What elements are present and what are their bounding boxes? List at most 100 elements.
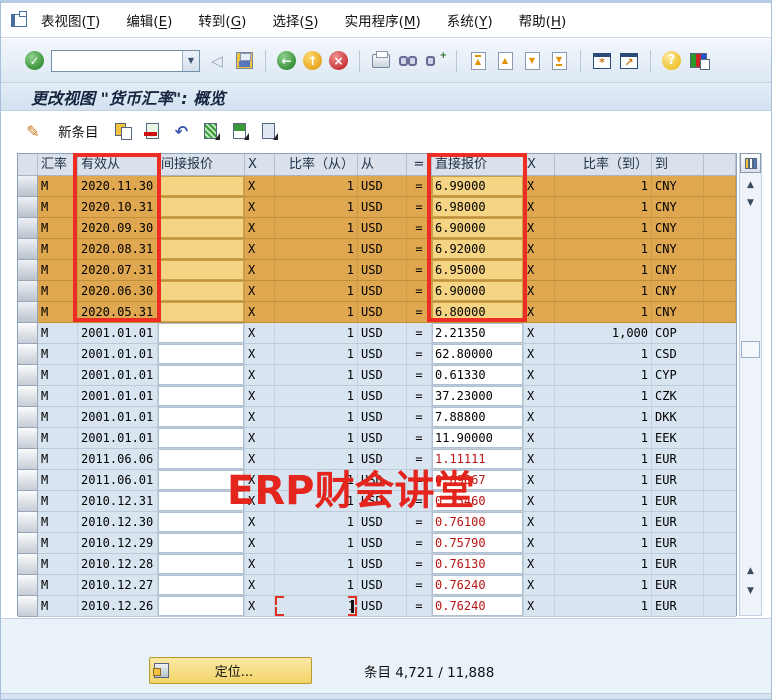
cell-direct[interactable]: 0.76130 [432, 554, 524, 574]
table-row[interactable]: M2010.12.29X1USD=0.75790X1EUR [18, 533, 736, 554]
column-header[interactable]: = [407, 154, 432, 175]
new-entries-button[interactable]: 新条目 [52, 119, 105, 143]
row-selector[interactable] [18, 365, 38, 386]
cell-ratio-from[interactable]: 1 [275, 407, 358, 427]
cell-direct[interactable]: 6.90000 [432, 218, 524, 238]
table-row[interactable]: M2001.01.01X1USD=7.88800X1DKK [18, 407, 736, 428]
cell-ratio-from[interactable]: 1 [275, 197, 358, 217]
row-selector[interactable] [18, 176, 38, 197]
cell-ratio-from[interactable]: 1 [275, 512, 358, 532]
table-row[interactable]: M2020.11.30X1USD=6.99000X1CNY [18, 176, 736, 197]
new-session-icon[interactable]: * [592, 51, 612, 71]
table-row[interactable]: M2010.12.31X1USD=0.75460X1EUR [18, 491, 736, 512]
cell-ratio-to[interactable]: 1 [555, 302, 652, 322]
cell-ratio-to[interactable]: 1 [555, 365, 652, 385]
cell-ratio-to[interactable]: 1 [555, 554, 652, 574]
cell-ratio-from[interactable]: 1 [275, 344, 358, 364]
row-selector[interactable] [18, 512, 38, 533]
cell-direct[interactable]: 6.99000 [432, 176, 524, 196]
menu-item[interactable]: 系统(Y) [447, 14, 493, 30]
row-selector[interactable] [18, 197, 38, 218]
table-row[interactable]: M2001.01.01X1USD=11.90000X1EEK [18, 428, 736, 449]
toggle-display-change-icon[interactable]: ✎ [23, 121, 43, 141]
table-row[interactable]: M2020.08.31X1USD=6.92000X1CNY [18, 239, 736, 260]
column-header[interactable]: 到 [652, 154, 704, 175]
row-selector[interactable] [18, 470, 38, 491]
cell-ratio-from[interactable]: 1 [275, 218, 358, 238]
table-config-icon[interactable] [740, 153, 761, 173]
row-selector[interactable] [18, 554, 38, 575]
cell-ratio-to[interactable]: 1 [555, 407, 652, 427]
cell-ratio-to[interactable]: 1 [555, 596, 652, 616]
cell-indirect[interactable] [158, 470, 245, 490]
print-icon[interactable] [371, 51, 391, 71]
cell-indirect[interactable] [158, 176, 245, 196]
column-header[interactable]: 比率（到） [555, 154, 652, 175]
cell-ratio-to[interactable]: 1 [555, 491, 652, 511]
scroll-down-bottom-icon[interactable]: ▼ [740, 583, 761, 599]
cell-direct[interactable]: 0.69667 [432, 470, 524, 490]
table-row[interactable]: M2001.01.01X1USD=37.23000X1CZK [18, 386, 736, 407]
cell-direct[interactable]: 6.90000 [432, 281, 524, 301]
save-icon[interactable] [234, 51, 254, 71]
cell-direct[interactable]: 0.76240 [432, 575, 524, 595]
cell-ratio-from[interactable]: 1 [275, 281, 358, 301]
cell-ratio-to[interactable]: 1 [555, 533, 652, 553]
menu-item[interactable]: 选择(S) [272, 14, 318, 30]
cell-ratio-to[interactable]: 1 [555, 239, 652, 259]
table-row[interactable]: M2001.01.01X1USD=2.21350X1,000COP [18, 323, 736, 344]
cell-ratio-to[interactable]: 1,000 [555, 323, 652, 343]
cell-direct[interactable]: 0.76240 [432, 596, 524, 616]
row-selector[interactable] [18, 491, 38, 512]
first-page-icon[interactable]: ▲ [468, 51, 488, 71]
cell-ratio-to[interactable]: 1 [555, 197, 652, 217]
last-page-icon[interactable]: ▼ [549, 51, 569, 71]
menu-item[interactable]: 转到(G) [198, 14, 246, 30]
cell-indirect[interactable] [158, 533, 245, 553]
cell-indirect[interactable] [158, 491, 245, 511]
cell-ratio-from[interactable]: 1 [275, 554, 358, 574]
back-nav-icon[interactable]: ◁ [207, 51, 227, 71]
scroll-up-bottom-icon[interactable]: ▲ [740, 563, 761, 579]
find-icon[interactable] [398, 51, 418, 71]
command-dropdown-icon[interactable]: ▼ [182, 51, 199, 71]
cell-ratio-from[interactable]: 1 [275, 575, 358, 595]
row-selector[interactable] [18, 302, 38, 323]
previous-page-icon[interactable]: ▲ [495, 51, 515, 71]
table-row[interactable]: M2020.06.30X1USD=6.90000X1CNY [18, 281, 736, 302]
cell-indirect[interactable] [158, 596, 245, 616]
table-row[interactable]: M2020.10.31X1USD=6.98000X1CNY [18, 197, 736, 218]
cell-direct[interactable]: 37.23000 [432, 386, 524, 406]
cell-indirect[interactable] [158, 197, 245, 217]
cell-ratio-from[interactable]: 1 [275, 365, 358, 385]
column-header[interactable]: 直接报价 [432, 154, 524, 175]
customize-layout-icon[interactable] [688, 51, 708, 71]
column-header[interactable]: X [245, 154, 275, 175]
column-header[interactable]: 有效从 [78, 154, 158, 175]
cell-ratio-to[interactable]: 1 [555, 218, 652, 238]
cell-indirect[interactable] [158, 386, 245, 406]
cell-ratio-from[interactable]: 1 [275, 239, 358, 259]
cell-indirect[interactable] [158, 323, 245, 343]
cell-indirect[interactable] [158, 575, 245, 595]
cell-indirect[interactable] [158, 302, 245, 322]
select-block-icon[interactable] [230, 121, 250, 141]
copy-as-icon[interactable] [114, 121, 134, 141]
cell-ratio-to[interactable]: 1 [555, 386, 652, 406]
next-page-icon[interactable]: ▼ [522, 51, 542, 71]
cell-direct[interactable]: 0.75790 [432, 533, 524, 553]
cell-ratio-to[interactable]: 1 [555, 260, 652, 280]
column-header[interactable]: X [524, 154, 555, 175]
table-row[interactable]: M2011.06.06X1USD=1.11111X1EUR [18, 449, 736, 470]
cell-direct[interactable]: 7.88800 [432, 407, 524, 427]
cell-indirect[interactable] [158, 554, 245, 574]
column-header[interactable]: 汇率 [38, 154, 78, 175]
back-icon[interactable]: ← [277, 51, 296, 70]
row-selector[interactable] [18, 239, 38, 260]
cell-indirect[interactable] [158, 449, 245, 469]
cell-direct[interactable]: 11.90000 [432, 428, 524, 448]
cell-ratio-from[interactable]: 1 [275, 449, 358, 469]
scroll-down-icon[interactable]: ▼ [740, 195, 761, 211]
cell-ratio-from[interactable]: 1 [275, 176, 358, 196]
cancel-icon[interactable]: × [329, 51, 348, 70]
